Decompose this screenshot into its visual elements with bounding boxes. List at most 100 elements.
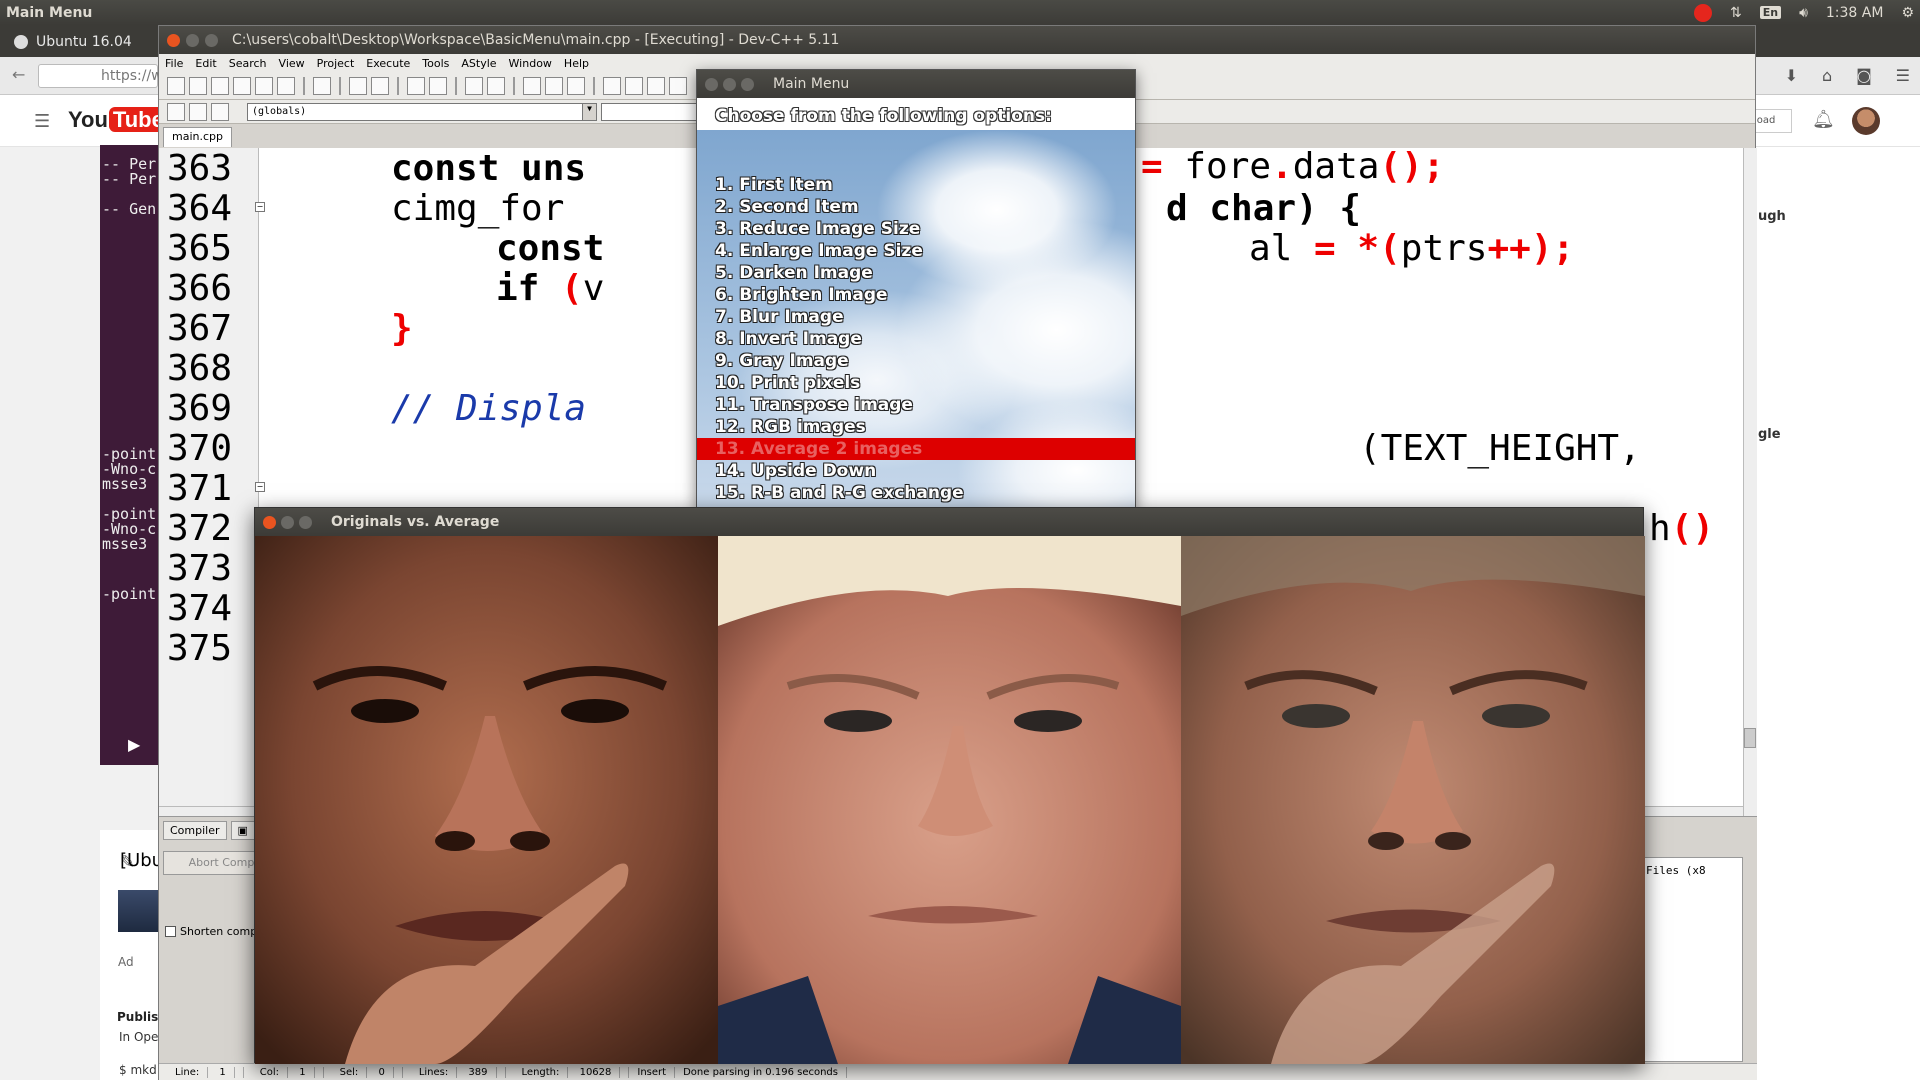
save-all-icon[interactable]: [233, 76, 251, 95]
menu-item-tools[interactable]: Tools: [422, 57, 449, 70]
line-number: 375: [167, 628, 233, 669]
class-browser-icon[interactable]: [167, 102, 185, 121]
menu-item-execute[interactable]: Execute: [366, 57, 410, 70]
back-arrow-icon[interactable]: ←: [12, 65, 25, 84]
line-number: 369: [167, 388, 233, 429]
power-gear-icon[interactable]: ⚙: [1901, 5, 1914, 21]
tab-resources[interactable]: ▣: [230, 821, 255, 840]
toolbar-separator: [455, 76, 457, 95]
chevron-down-icon[interactable]: ▼: [582, 103, 596, 120]
add-to-label[interactable]: Ad: [118, 955, 134, 969]
maximize-icon[interactable]: [205, 33, 218, 47]
open-file-icon[interactable]: [189, 76, 207, 95]
menu-option[interactable]: 2. Second Item: [697, 196, 1135, 218]
average-window-titlebar[interactable]: Originals vs. Average: [255, 508, 1643, 536]
compiler-output[interactable]: Files (x8: [1639, 857, 1743, 1062]
fold-toggle-icon[interactable]: −: [255, 202, 265, 212]
menu-option[interactable]: 4. Enlarge Image Size: [697, 240, 1135, 262]
play-icon[interactable]: ▶: [128, 735, 140, 754]
menu-option[interactable]: 15. R-B and R-G exchange: [697, 482, 1135, 504]
run-icon[interactable]: [625, 76, 643, 95]
find-icon[interactable]: [407, 76, 425, 95]
toggle-icon[interactable]: [211, 102, 229, 121]
scope-select[interactable]: (globals) ▼: [247, 102, 597, 121]
indent-icon[interactable]: [465, 76, 483, 95]
maximize-icon[interactable]: [299, 515, 312, 529]
keyboard-language-indicator[interactable]: En: [1759, 6, 1782, 19]
menu-item-view[interactable]: View: [279, 57, 305, 70]
menu-option[interactable]: 11. Transpose image: [697, 394, 1135, 416]
pocket-icon[interactable]: ◙: [1856, 66, 1872, 85]
compile-icon[interactable]: [603, 76, 621, 95]
close-icon[interactable]: [167, 33, 180, 47]
undo-icon[interactable]: [349, 76, 367, 95]
home-icon[interactable]: ⌂: [1822, 66, 1832, 85]
channel-thumbnail[interactable]: [118, 890, 158, 932]
menu-option[interactable]: 5. Darken Image: [697, 262, 1135, 284]
hamburger-menu-icon[interactable]: ☰: [1896, 66, 1910, 85]
close-icon[interactable]: [263, 515, 276, 529]
network-icon[interactable]: ⇅: [1730, 5, 1742, 21]
menu-option[interactable]: 3. Reduce Image Size: [697, 218, 1135, 240]
bookmark-icon[interactable]: [567, 76, 585, 95]
new-file-icon[interactable]: [167, 76, 185, 95]
avatar[interactable]: [1852, 107, 1880, 135]
close-all-icon[interactable]: [277, 76, 295, 95]
menu-option[interactable]: 12. RGB images: [697, 416, 1135, 438]
menu-option[interactable]: 9. Gray Image: [697, 350, 1135, 372]
terminal-line: msse3: [102, 535, 148, 553]
menu-option[interactable]: 10. Print pixels: [697, 372, 1135, 394]
related-title-2[interactable]: gle: [1758, 427, 1781, 442]
maximize-icon[interactable]: [741, 77, 754, 91]
insert-icon[interactable]: [189, 102, 207, 121]
file-tab-main-cpp[interactable]: main.cpp: [163, 127, 232, 147]
minimize-icon[interactable]: [281, 515, 294, 529]
menu-item-help[interactable]: Help: [564, 57, 589, 70]
related-title-1[interactable]: ugh: [1758, 209, 1786, 224]
rebuild-icon[interactable]: [669, 76, 687, 95]
menu-option[interactable]: 1. First Item: [697, 174, 1135, 196]
fold-toggle-icon[interactable]: −: [255, 482, 265, 492]
menu-option[interactable]: 14. Upside Down: [697, 460, 1135, 482]
youtube-logo[interactable]: You Tube: [68, 107, 168, 133]
menu-option[interactable]: 6. Brighten Image: [697, 284, 1135, 306]
guide-menu-icon[interactable]: ☰: [34, 111, 50, 132]
tab-compiler[interactable]: Compiler: [163, 821, 227, 840]
url-bar[interactable]: https://w: [38, 64, 163, 88]
minimize-icon[interactable]: [186, 33, 199, 47]
goto-forward-icon[interactable]: [545, 76, 563, 95]
volume-icon[interactable]: 🔊︎: [1799, 5, 1808, 21]
menu-item-edit[interactable]: Edit: [195, 57, 216, 70]
menu-option[interactable]: 8. Invert Image: [697, 328, 1135, 350]
clock[interactable]: 1:38 AM: [1826, 5, 1884, 21]
video-title[interactable]: [Ubu: [120, 850, 163, 871]
minimize-icon[interactable]: [723, 77, 736, 91]
function-select[interactable]: [601, 102, 701, 121]
scrollbar-thumb[interactable]: [1744, 728, 1756, 748]
notifications-bell-icon[interactable]: 🔔︎: [1812, 109, 1835, 130]
compile-run-icon[interactable]: [647, 76, 665, 95]
menu-item-project[interactable]: Project: [317, 57, 355, 70]
checkbox-box[interactable]: [165, 926, 176, 937]
save-icon[interactable]: [211, 76, 229, 95]
replace-icon[interactable]: [429, 76, 447, 95]
download-icon[interactable]: ⬇: [1785, 66, 1798, 85]
menu-option[interactable]: 13. Average 2 images: [697, 438, 1135, 460]
shorten-paths-checkbox[interactable]: Shorten compil: [165, 925, 263, 938]
browser-tab[interactable]: Ubuntu 16.04: [14, 29, 132, 55]
close-file-icon[interactable]: [255, 76, 273, 95]
unindent-icon[interactable]: [487, 76, 505, 95]
menu-item-window[interactable]: Window: [509, 57, 552, 70]
menu-item-file[interactable]: File: [165, 57, 183, 70]
menu-option[interactable]: 7. Blur Image: [697, 306, 1135, 328]
menu-item-search[interactable]: Search: [229, 57, 267, 70]
editor-vertical-scrollbar[interactable]: [1743, 148, 1757, 816]
goto-back-icon[interactable]: [523, 76, 541, 95]
record-indicator-icon[interactable]: [1693, 3, 1712, 22]
redo-icon[interactable]: [371, 76, 389, 95]
devcpp-titlebar[interactable]: C:\users\cobalt\Desktop\Workspace\BasicM…: [159, 26, 1755, 54]
menu-item-astyle[interactable]: AStyle: [461, 57, 496, 70]
main-menu-titlebar[interactable]: Main Menu: [697, 70, 1135, 98]
print-icon[interactable]: [313, 76, 331, 95]
close-icon[interactable]: [705, 77, 718, 91]
